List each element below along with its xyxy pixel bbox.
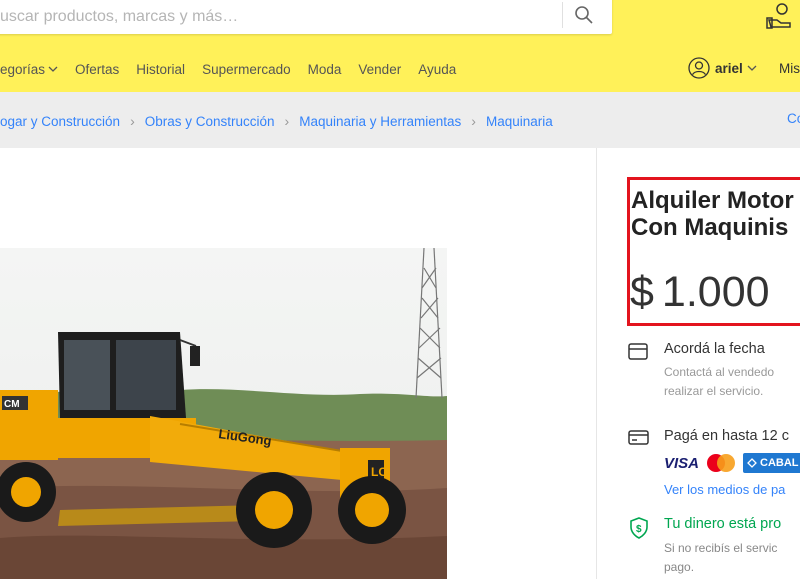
price-amount: 1.000 xyxy=(661,268,770,316)
product-image[interactable]: CM LiuGong LC xyxy=(0,248,447,579)
search-divider xyxy=(562,2,563,28)
search-input[interactable] xyxy=(0,0,548,34)
cabal-logo: CABAL xyxy=(743,453,800,473)
chevron-right-icon: › xyxy=(130,113,135,129)
header: egorías Ofertas Historial Supermercado M… xyxy=(0,0,800,92)
chevron-right-icon: › xyxy=(471,113,476,129)
product-price: $ 1.000 xyxy=(630,268,770,317)
svg-text:CM: CM xyxy=(4,399,20,410)
feature-title: Pagá en hasta 12 c xyxy=(664,428,789,444)
main-nav: egorías Ofertas Historial Supermercado M… xyxy=(0,58,473,80)
search-button[interactable] xyxy=(566,0,602,32)
visa-logo: VISA xyxy=(664,454,700,472)
feature-subtitle: Contactá al vendedo xyxy=(664,365,775,379)
nav-label: egorías xyxy=(0,61,46,77)
user-name: ariel xyxy=(715,60,743,76)
my-purchases-link[interactable]: Mis xyxy=(779,61,800,76)
chevron-down-icon xyxy=(48,66,58,72)
breadcrumb-item[interactable]: Maquinaria xyxy=(486,114,553,129)
payment-methods-link[interactable]: Ver los medios de pa xyxy=(664,482,785,497)
breadcrumb-item[interactable]: Obras y Construcción xyxy=(145,114,275,129)
search-icon xyxy=(575,6,593,24)
nav-sell[interactable]: Vender xyxy=(358,62,401,77)
product-title: Alquiler Motor Con Maquinis xyxy=(631,187,800,241)
nav-categories[interactable]: egorías xyxy=(0,62,58,77)
price-currency: $ xyxy=(630,268,654,316)
nav-supermarket[interactable]: Supermercado xyxy=(202,62,291,77)
nav-offers[interactable]: Ofertas xyxy=(75,62,119,77)
cabal-mark-icon xyxy=(747,458,757,468)
nav-history[interactable]: Historial xyxy=(136,62,185,77)
svg-text:$: $ xyxy=(636,524,642,535)
payment-cards: VISA CABAL xyxy=(664,453,800,473)
search-bar xyxy=(0,0,612,34)
hand-coin-icon[interactable] xyxy=(764,0,800,30)
nav-fashion[interactable]: Moda xyxy=(308,62,342,77)
breadcrumb-right-link[interactable]: Co xyxy=(787,111,800,126)
credit-card-icon xyxy=(628,430,649,445)
mastercard-logo xyxy=(707,454,736,472)
calendar-icon xyxy=(628,343,648,360)
breadcrumb-item[interactable]: ogar y Construcción xyxy=(0,114,120,129)
shield-dollar-icon: $ xyxy=(630,517,648,539)
title-line: Con Maquinis xyxy=(631,214,789,241)
user-avatar-icon xyxy=(688,57,710,79)
title-line: Alquiler Motor xyxy=(631,187,794,214)
feature-title: Tu dinero está pro xyxy=(664,516,782,532)
feature-title: Acordá la fecha xyxy=(664,341,765,357)
feature-subtitle: pago. xyxy=(664,560,695,574)
breadcrumb: ogar y Construcción › Obras y Construcci… xyxy=(0,111,553,131)
feature-subtitle: Si no recibís el servic xyxy=(664,541,778,555)
chevron-right-icon: › xyxy=(284,113,290,129)
breadcrumb-item[interactable]: Maquinaria y Herramientas xyxy=(299,114,461,129)
chevron-down-icon xyxy=(747,65,757,71)
feature-subtitle: realizar el servicio. xyxy=(664,384,764,398)
user-menu[interactable]: ariel xyxy=(688,57,757,79)
nav-help[interactable]: Ayuda xyxy=(418,62,456,77)
